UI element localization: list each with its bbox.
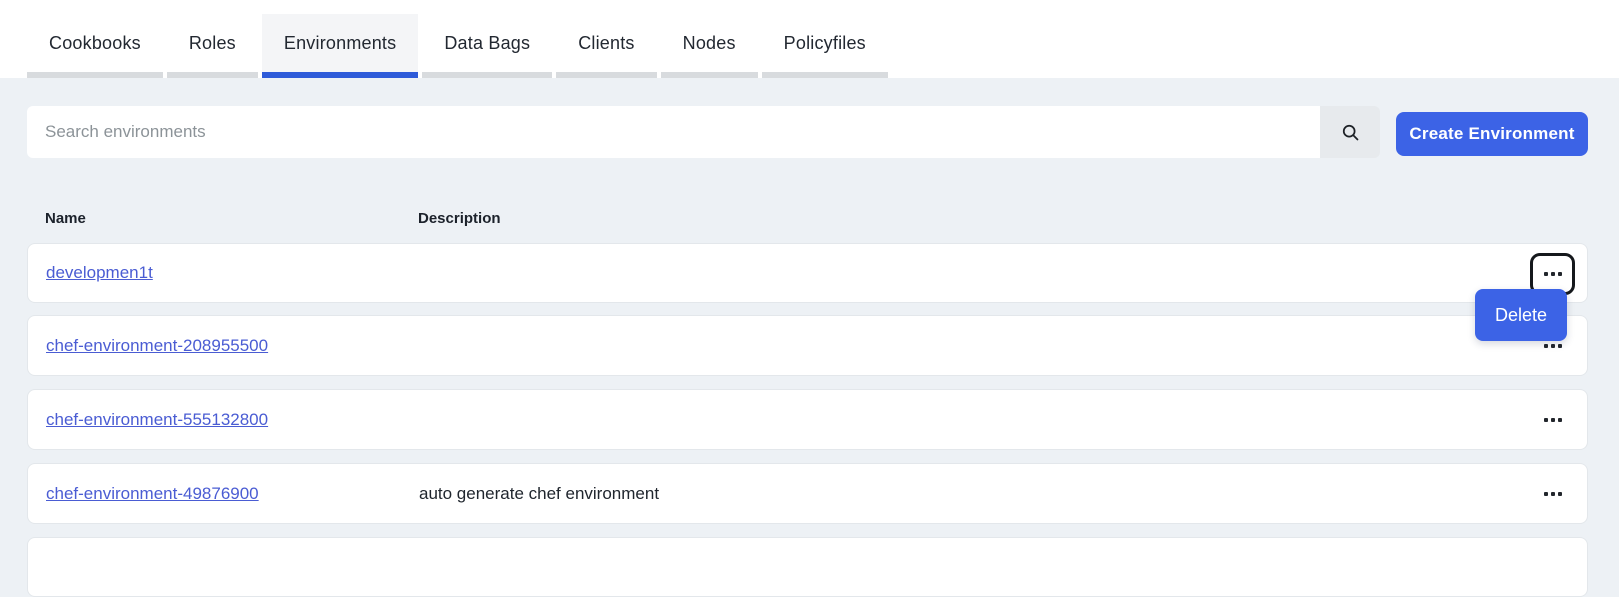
table-row: chef-environment-208955500 <box>27 315 1588 376</box>
column-header-name: Name <box>45 210 418 227</box>
tab-nodes[interactable]: Nodes <box>661 14 758 78</box>
table-row: developmen1t Delete <box>27 243 1588 303</box>
ellipsis-icon <box>1544 272 1562 276</box>
environment-link[interactable]: developmen1t <box>46 263 153 283</box>
row-menu-popup: Delete <box>1475 289 1567 341</box>
ellipsis-icon <box>1544 344 1562 348</box>
column-header-description: Description <box>418 210 1570 227</box>
search-bar <box>27 106 1380 158</box>
search-button[interactable] <box>1320 106 1380 158</box>
tab-cookbooks[interactable]: Cookbooks <box>27 14 163 78</box>
delete-menu-item[interactable]: Delete <box>1475 289 1567 341</box>
environment-link[interactable]: chef-environment-208955500 <box>46 336 268 356</box>
tab-data-bags[interactable]: Data Bags <box>422 14 552 78</box>
row-menu-button[interactable] <box>1530 473 1575 515</box>
tab-environments[interactable]: Environments <box>262 14 418 78</box>
tab-policyfiles[interactable]: Policyfiles <box>762 14 888 78</box>
table-header: Name Description <box>27 196 1588 240</box>
table-row-partial <box>27 537 1588 597</box>
tab-roles[interactable]: Roles <box>167 14 258 78</box>
tab-list: Cookbooks Roles Environments Data Bags C… <box>27 14 888 78</box>
ellipsis-icon <box>1544 418 1562 422</box>
environment-description: auto generate chef environment <box>419 484 1569 504</box>
search-input[interactable] <box>27 106 1320 158</box>
environment-link[interactable]: chef-environment-555132800 <box>46 410 268 430</box>
row-menu-button[interactable] <box>1530 399 1575 441</box>
search-icon <box>1340 122 1361 143</box>
environment-link[interactable]: chef-environment-49876900 <box>46 484 259 504</box>
table-row: chef-environment-555132800 <box>27 389 1588 450</box>
table-row: chef-environment-49876900 auto generate … <box>27 463 1588 524</box>
resource-tabs-bar: Cookbooks Roles Environments Data Bags C… <box>0 0 1619 78</box>
tab-clients[interactable]: Clients <box>556 14 656 78</box>
ellipsis-icon <box>1544 492 1562 496</box>
create-environment-button[interactable]: Create Environment <box>1396 112 1588 156</box>
